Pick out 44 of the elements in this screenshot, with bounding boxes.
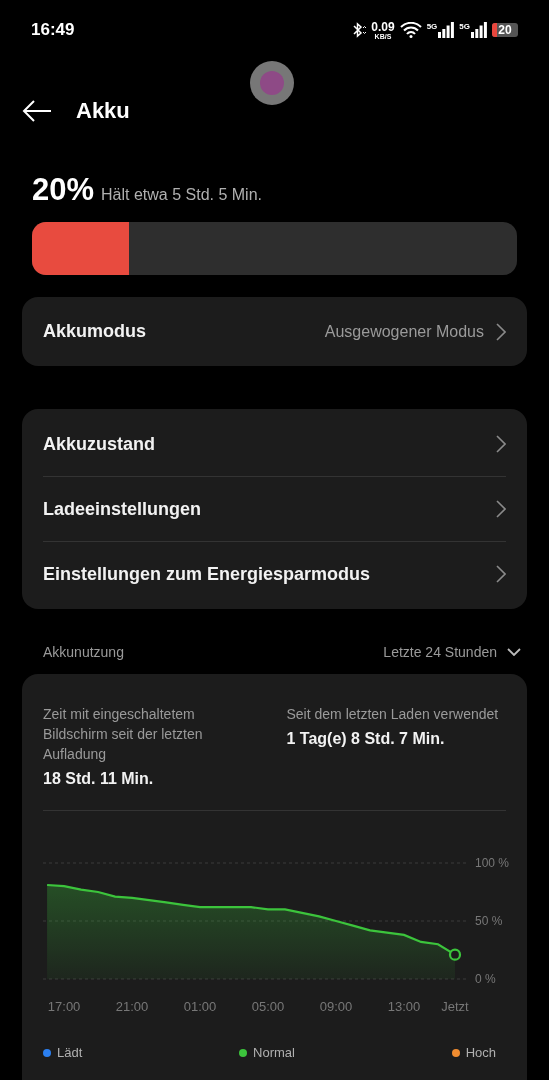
axis-label: Jetzt xyxy=(441,999,469,1014)
bluetooth-icon xyxy=(352,22,367,38)
stat-value: 1 Tag(e) 8 Std. 7 Min. xyxy=(286,730,446,748)
wifi-icon xyxy=(399,22,422,38)
signal-icon xyxy=(438,22,455,38)
page-title: Akku xyxy=(76,98,130,124)
stat-label: Zeit mit eingeschaltetem Bildschirm seit der letzten Aufladung xyxy=(43,705,204,764)
chevron-icon xyxy=(496,565,506,583)
setting-value: Ausgewogener Modus xyxy=(324,322,484,341)
touch-indicator xyxy=(250,61,294,105)
network-type: 5G xyxy=(459,22,470,31)
remaining-time: Hält etwa 5 Std. 5 Min. xyxy=(101,186,262,204)
clock: 16:49 xyxy=(31,20,75,40)
legend-label: Normal xyxy=(253,1045,295,1060)
axis-label: 13:00 xyxy=(387,999,421,1014)
axis-label: 0 % xyxy=(475,972,496,986)
chevron-icon xyxy=(496,435,506,453)
axis-label: 09:00 xyxy=(319,999,353,1014)
chevron-icon xyxy=(496,322,506,341)
axis-label: 21:00 xyxy=(115,999,149,1014)
axis-label: 100 % xyxy=(475,856,510,870)
axis-label: 17:00 xyxy=(47,999,81,1014)
axis-label: 01:00 xyxy=(183,999,217,1014)
setting-item[interactable]: Ladeeinstellungen xyxy=(43,498,202,520)
setting-item[interactable]: Einstellungen zum Energiesparmodus xyxy=(43,563,371,585)
back-arrow-icon[interactable] xyxy=(22,100,52,122)
end-marker xyxy=(448,948,462,961)
legend-label: Lädt xyxy=(57,1045,83,1060)
setting-label[interactable]: Akkumodus xyxy=(43,321,147,342)
legend-label: Hoch xyxy=(465,1045,496,1060)
network-type: 5G xyxy=(426,22,438,31)
chevron-down-icon xyxy=(507,648,521,656)
chevron-icon xyxy=(496,500,506,518)
axis-label: 50 % xyxy=(475,914,503,928)
battery-percent: 20% xyxy=(32,172,95,208)
section-title: Akkunutzung xyxy=(43,644,124,660)
stat-value: 18 Std. 11 Min. xyxy=(43,770,155,788)
axis-label: 05:00 xyxy=(251,999,285,1014)
battery-percent: 20 xyxy=(497,23,513,37)
network-speed: 0.09 xyxy=(371,20,395,33)
range-dropdown[interactable]: Letzte 24 Stunden xyxy=(383,644,521,660)
setting-item[interactable]: Akkuzustand xyxy=(43,433,156,455)
signal-icon xyxy=(471,22,487,38)
stat-label: Seit dem letzten Laden verwendet xyxy=(286,705,500,724)
